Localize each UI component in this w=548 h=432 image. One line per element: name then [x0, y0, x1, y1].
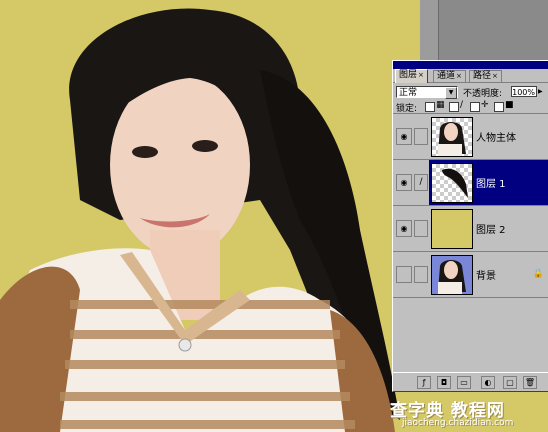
close-icon[interactable]: ×: [418, 71, 424, 79]
eye-icon[interactable]: ◉: [396, 128, 412, 145]
eye-slot[interactable]: [396, 266, 412, 283]
window-edge: [420, 0, 439, 60]
layer-row[interactable]: ◉ ∕ 图层 1: [393, 160, 548, 206]
trash-icon[interactable]: 🗑: [523, 376, 537, 389]
tab-paths[interactable]: 路径×: [469, 70, 502, 82]
brush-icon: ∕: [460, 100, 464, 110]
watermark: 查字典 教程网 jiaocheng.chazidian.com: [390, 396, 548, 432]
watermark-url: jiaocheng.chazidian.com: [402, 418, 514, 428]
lock-icon: 🔒: [532, 269, 544, 279]
layer-list: ◉ 人物主体 ◉ ∕ 图层 1 ◉ 图层 2 背景 🔒: [393, 114, 548, 298]
tab-layers[interactable]: 图层×: [395, 69, 428, 83]
layer-row[interactable]: 背景 🔒: [393, 252, 548, 298]
eye-icon[interactable]: ◉: [396, 220, 412, 237]
close-icon[interactable]: ×: [492, 72, 498, 80]
close-icon[interactable]: ×: [456, 72, 462, 80]
chevron-down-icon[interactable]: ▼: [445, 87, 457, 99]
link-slot[interactable]: [414, 220, 428, 237]
layer-thumbnail: [431, 117, 473, 157]
link-slot[interactable]: [414, 266, 428, 283]
layer-thumbnail: [431, 163, 473, 203]
lock-icon: ■: [505, 100, 514, 110]
brush-icon[interactable]: ∕: [414, 174, 428, 191]
eye-icon[interactable]: ◉: [396, 174, 412, 191]
layer-row[interactable]: ◉ 图层 2: [393, 206, 548, 252]
layer-list-empty-space: [393, 315, 548, 371]
lock-all-checkbox[interactable]: [494, 102, 504, 112]
lock-options-row: 锁定: ▦ ∕ ✛ ■: [393, 99, 548, 114]
layer-name-area[interactable]: 图层 2: [429, 206, 548, 251]
opacity-input[interactable]: 100%: [511, 86, 537, 97]
tab-channels[interactable]: 通道×: [433, 70, 466, 82]
layers-palette[interactable]: 图层× 通道× 路径× 正常 ▼ 不透明度: 100% ▶ 锁定: ▦ ∕ ✛ …: [392, 60, 548, 392]
layer-thumbnail: [431, 209, 473, 249]
add-mask-button[interactable]: ◘: [437, 376, 451, 389]
app-workspace-background: [420, 0, 548, 60]
link-slot[interactable]: [414, 128, 428, 145]
palette-bottom-toolbar: ƒ ◘ ▭ ◐ ▢ 🗑: [393, 372, 548, 391]
blend-mode-select[interactable]: 正常 ▼: [396, 86, 458, 99]
layer-name-area[interactable]: 图层 1: [429, 160, 548, 205]
lock-image-checkbox[interactable]: [449, 102, 459, 112]
layer-name-area[interactable]: 背景 🔒: [429, 252, 548, 297]
layer-name-area[interactable]: 人物主体: [429, 114, 548, 159]
blend-options-row: 正常 ▼ 不透明度: 100% ▶: [393, 85, 548, 99]
portrait-photo: [0, 8, 400, 432]
layer-row[interactable]: ◉ 人物主体: [393, 114, 548, 160]
transparency-icon: ▦: [436, 100, 445, 110]
layer-thumbnail: [431, 255, 473, 295]
lock-label: 锁定:: [396, 104, 418, 114]
lock-transparency-checkbox[interactable]: [425, 102, 435, 112]
palette-title-bar[interactable]: [393, 61, 548, 69]
layer-style-button[interactable]: ƒ: [417, 376, 431, 389]
lock-position-checkbox[interactable]: [470, 102, 480, 112]
adjustment-layer-button[interactable]: ◐: [481, 376, 495, 389]
palette-tabs: 图层× 通道× 路径×: [393, 69, 548, 83]
opacity-label: 不透明度:: [463, 89, 503, 99]
new-set-button[interactable]: ▭: [457, 376, 471, 389]
new-layer-button[interactable]: ▢: [503, 376, 517, 389]
triangle-right-icon[interactable]: ▶: [538, 86, 546, 97]
move-icon: ✛: [481, 100, 489, 110]
